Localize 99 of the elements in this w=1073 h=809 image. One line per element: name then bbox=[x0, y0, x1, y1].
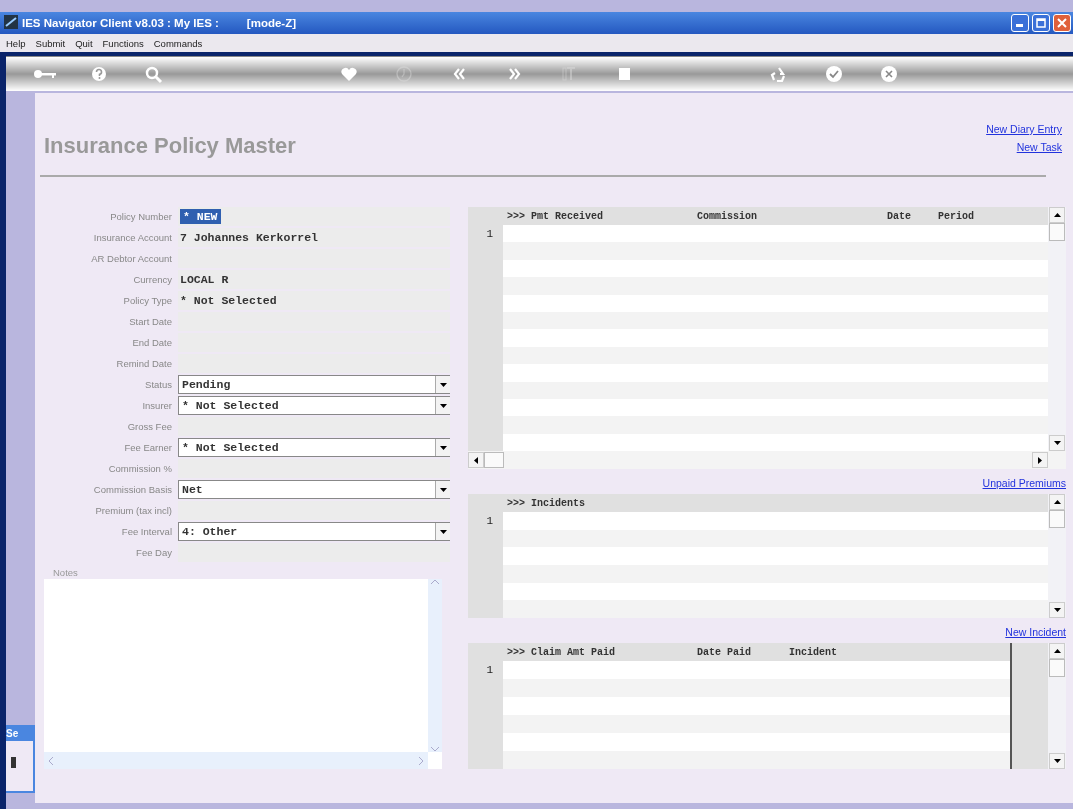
arrow-right-icon bbox=[1038, 456, 1042, 464]
menu-item[interactable]: Help bbox=[6, 37, 26, 49]
arrow-up-icon bbox=[1053, 649, 1061, 653]
field-label: Fee Day bbox=[135, 546, 172, 560]
dropdown-field[interactable]: 4: Other bbox=[178, 522, 450, 541]
column-header: >>> Incidents bbox=[507, 497, 586, 509]
window-title: IES Navigator Client v8.03 : My IES : bbox=[22, 17, 219, 29]
scroll-thumb[interactable] bbox=[484, 452, 504, 468]
chevron-up-icon bbox=[431, 579, 439, 584]
vertical-scrollbar[interactable] bbox=[428, 579, 442, 752]
field-label: Commission % bbox=[107, 462, 172, 476]
scroll-down-button[interactable] bbox=[1049, 753, 1065, 769]
horizontal-scrollbar[interactable] bbox=[44, 752, 428, 769]
dropdown-field[interactable]: * Not Selected bbox=[178, 438, 450, 457]
input-field[interactable]: * NEW bbox=[178, 207, 450, 226]
field-label: Fee Earner bbox=[123, 441, 172, 455]
link[interactable]: Unpaid Premiums bbox=[982, 477, 1066, 489]
chevron-down-icon bbox=[431, 747, 439, 752]
arrow-down-icon bbox=[439, 529, 447, 534]
minimize-button[interactable] bbox=[1011, 14, 1029, 32]
window-title: Se bbox=[6, 727, 33, 741]
row-number: 1 bbox=[486, 227, 494, 242]
column-header: Date Paid bbox=[697, 646, 752, 658]
input-field[interactable]: 7 Johannes Kerkorrel bbox=[178, 228, 450, 247]
field-label: Currency bbox=[132, 273, 172, 287]
arrow-down-icon bbox=[1053, 441, 1061, 445]
scroll-up-button[interactable] bbox=[1049, 643, 1065, 659]
vertical-scrollbar[interactable] bbox=[1048, 643, 1066, 769]
dropdown-field[interactable]: Net bbox=[178, 480, 450, 499]
menu-item[interactable]: Commands bbox=[153, 37, 203, 49]
scroll-thumb[interactable] bbox=[1049, 510, 1065, 528]
column-header: Date bbox=[887, 210, 912, 222]
field-label: Insurance Account bbox=[92, 231, 172, 245]
arrow-down-icon bbox=[439, 445, 447, 450]
arrow-down-icon bbox=[1053, 608, 1061, 612]
arrow-up-icon bbox=[1053, 500, 1061, 504]
maximize-button[interactable] bbox=[1032, 14, 1050, 32]
dropdown-button[interactable] bbox=[435, 523, 450, 540]
field-label: End Date bbox=[131, 336, 172, 350]
mode-label: [mode-Z] bbox=[246, 17, 297, 29]
horizontal-scrollbar[interactable] bbox=[468, 451, 1066, 469]
dropdown-button[interactable] bbox=[435, 439, 450, 456]
column-header: Incident bbox=[789, 646, 838, 658]
close-button[interactable] bbox=[1053, 14, 1071, 32]
scroll-left-button[interactable] bbox=[468, 452, 484, 468]
row-number: 1 bbox=[486, 514, 494, 529]
menu-item[interactable]: Quit bbox=[75, 37, 93, 49]
field-label: Premium (tax incl) bbox=[94, 504, 172, 518]
dropdown-field[interactable]: * Not Selected bbox=[178, 396, 450, 415]
field-label: Insurer bbox=[141, 399, 172, 413]
field-label: Policy Type bbox=[122, 294, 172, 308]
maximize-icon bbox=[1036, 18, 1046, 28]
field-label: Start Date bbox=[128, 315, 172, 329]
link[interactable]: New Task bbox=[1016, 141, 1062, 153]
dropdown-button[interactable] bbox=[435, 481, 450, 498]
column-header: Commission bbox=[697, 210, 758, 222]
menu-item[interactable]: Submit bbox=[35, 37, 66, 49]
vertical-scrollbar[interactable] bbox=[1048, 207, 1066, 451]
arrow-down-icon bbox=[439, 487, 447, 492]
field-label: Status bbox=[144, 378, 172, 392]
arrow-left-icon bbox=[474, 456, 478, 464]
scroll-down-button[interactable] bbox=[1049, 602, 1065, 618]
arrow-up-icon bbox=[1053, 213, 1061, 217]
link[interactable]: New Incident bbox=[1005, 626, 1066, 638]
vertical-scrollbar[interactable] bbox=[1048, 494, 1066, 618]
app-icon bbox=[4, 15, 18, 31]
page-title: Insurance Policy Master bbox=[44, 133, 296, 159]
field-label: Fee Interval bbox=[120, 525, 172, 539]
input-field[interactable]: * Not Selected bbox=[178, 291, 450, 310]
dropdown-button[interactable] bbox=[435, 376, 450, 393]
scroll-up-button[interactable] bbox=[1049, 494, 1065, 510]
dropdown-field[interactable]: Pending bbox=[178, 375, 450, 394]
scroll-down-button[interactable] bbox=[1049, 435, 1065, 451]
chevron-right-icon bbox=[419, 756, 424, 765]
field-label: AR Debtor Account bbox=[90, 252, 172, 266]
scroll-up-button[interactable] bbox=[1049, 207, 1065, 223]
scroll-thumb[interactable] bbox=[1049, 659, 1065, 677]
chevron-left-icon bbox=[48, 756, 53, 765]
arrow-down-icon bbox=[439, 403, 447, 408]
column-header: Period bbox=[938, 210, 975, 222]
field-label: Remind Date bbox=[115, 357, 172, 371]
scroll-right-button[interactable] bbox=[1032, 452, 1048, 468]
scroll-thumb[interactable] bbox=[1049, 223, 1065, 241]
close-icon bbox=[1057, 18, 1067, 28]
arrow-down-icon bbox=[439, 382, 447, 387]
arrow-down-icon bbox=[1053, 759, 1061, 763]
column-header: >>> Claim Amt Paid bbox=[507, 646, 617, 658]
field-label: Policy Number bbox=[109, 210, 172, 224]
field-label: Gross Fee bbox=[126, 420, 172, 434]
field-label: Commission Basis bbox=[92, 483, 172, 497]
menu-item[interactable]: Functions bbox=[102, 37, 144, 49]
dropdown-button[interactable] bbox=[435, 397, 450, 414]
column-header: >>> Pmt Received bbox=[507, 210, 604, 222]
row-number: 1 bbox=[486, 663, 494, 678]
notes-field[interactable] bbox=[44, 579, 442, 769]
window-icon bbox=[11, 757, 16, 768]
notes-label: Notes bbox=[53, 567, 79, 578]
input-field[interactable]: LOCAL R bbox=[178, 270, 450, 289]
link[interactable]: New Diary Entry bbox=[986, 123, 1062, 135]
